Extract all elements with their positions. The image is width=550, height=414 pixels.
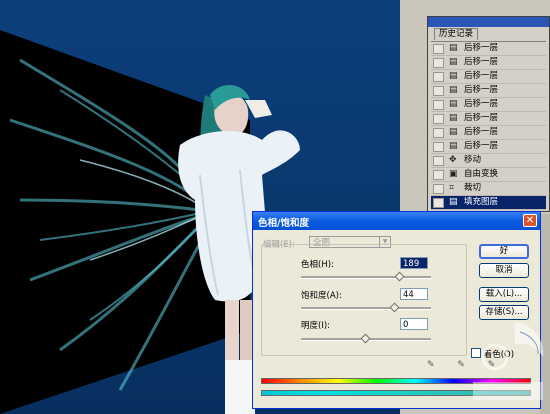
close-button[interactable]: ✕ [523, 214, 537, 227]
saturation-slider-track[interactable] [301, 307, 431, 310]
history-item-label: 后移一层 [464, 127, 499, 137]
dialog-title: 色相/饱和度 [258, 218, 309, 229]
history-titlebar[interactable] [428, 17, 549, 27]
layer-icon: ▤ [449, 113, 458, 123]
history-item[interactable]: ▤ 后移一层 [431, 98, 546, 112]
move-icon: ✥ [449, 155, 457, 165]
history-panel: 历史记录 ▤ 后移一层 ▤ 后移一层 ▤ 后移一层 ▤ 后移一层 ▤ 后移一层 ▤ 后移一层 ▤ 后移一层… [427, 16, 550, 212]
history-item[interactable]: ▤ 后移一层 [431, 126, 546, 140]
layer-icon: ▤ [449, 127, 458, 137]
history-item[interactable]: ▤ 后移一层 [431, 112, 546, 126]
transform-icon: ▣ [449, 169, 458, 179]
layer-icon: ▤ [449, 99, 458, 109]
history-item[interactable]: ▤ 后移一层 [431, 42, 546, 56]
history-snapshot-checkbox[interactable] [433, 156, 444, 166]
history-snapshot-checkbox[interactable] [433, 72, 444, 82]
hue-input[interactable]: 189 [400, 257, 428, 269]
ok-button[interactable]: 好 [479, 244, 529, 259]
load-button[interactable]: 载入(L)... [479, 287, 529, 302]
history-snapshot-checkbox[interactable] [433, 44, 444, 54]
history-item-label: 自由变换 [464, 169, 499, 179]
layer-icon: ▤ [449, 197, 458, 207]
history-item-label: 填充图层 [464, 197, 499, 207]
hue-slider-track[interactable] [301, 276, 431, 279]
layer-icon: ▤ [449, 43, 458, 53]
history-snapshot-checkbox[interactable] [433, 128, 444, 138]
crop-icon: ⌗ [449, 183, 455, 193]
tab-history[interactable]: 历史记录 [434, 28, 479, 40]
saturation-label: 饱和度(A): [301, 291, 342, 301]
history-item[interactable]: ▤ 后移一层 [431, 84, 546, 98]
history-item-label: 后移一层 [464, 57, 499, 67]
history-snapshot-checkbox[interactable] [433, 114, 444, 124]
dialog-titlebar[interactable]: 色相/饱和度 ✕ [253, 212, 540, 230]
history-item[interactable]: ⌗ 裁切 [431, 182, 546, 196]
history-item-label: 后移一层 [464, 99, 499, 109]
history-item-label: 裁切 [464, 183, 482, 193]
history-snapshot-checkbox[interactable] [433, 198, 444, 208]
layer-icon: ▤ [449, 57, 458, 67]
history-item-label: 移动 [464, 155, 482, 165]
saturation-input[interactable]: 44 [400, 288, 428, 300]
lightness-input[interactable]: 0 [400, 318, 428, 330]
layer-icon: ▤ [449, 71, 458, 81]
history-snapshot-checkbox[interactable] [433, 184, 444, 194]
hue-label: 色相(H): [301, 260, 334, 270]
lightness-label: 明度(I): [301, 321, 331, 331]
cancel-button[interactable]: 取消 [479, 263, 529, 278]
history-snapshot-checkbox[interactable] [433, 170, 444, 180]
history-item-label: 后移一层 [464, 43, 499, 53]
layer-icon: ▤ [449, 85, 458, 95]
history-item-label: 后移一层 [464, 71, 499, 81]
history-snapshot-checkbox[interactable] [433, 86, 444, 96]
layer-icon: ▤ [449, 141, 458, 151]
history-item-label: 后移一层 [464, 141, 499, 151]
history-item[interactable]: ▤ 后移一层 [431, 56, 546, 70]
history-list: ▤ 后移一层 ▤ 后移一层 ▤ 后移一层 ▤ 后移一层 ▤ 后移一层 ▤ 后移一层 ▤ 后移一层 ▤ 后移一层… [431, 41, 546, 210]
history-item[interactable]: ▤ 填充图层 [431, 196, 546, 210]
history-snapshot-checkbox[interactable] [433, 58, 444, 68]
history-item[interactable]: ▤ 后移一层 [431, 140, 546, 154]
watermark-logo [473, 322, 544, 400]
history-item[interactable]: ▣ 自由变换 [431, 168, 546, 182]
history-item-label: 后移一层 [464, 113, 499, 123]
history-snapshot-checkbox[interactable] [433, 100, 444, 110]
history-item[interactable]: ▤ 后移一层 [431, 70, 546, 84]
history-item[interactable]: ✥ 移动 [431, 154, 546, 168]
history-item-label: 后移一层 [464, 85, 499, 95]
history-snapshot-checkbox[interactable] [433, 142, 444, 152]
